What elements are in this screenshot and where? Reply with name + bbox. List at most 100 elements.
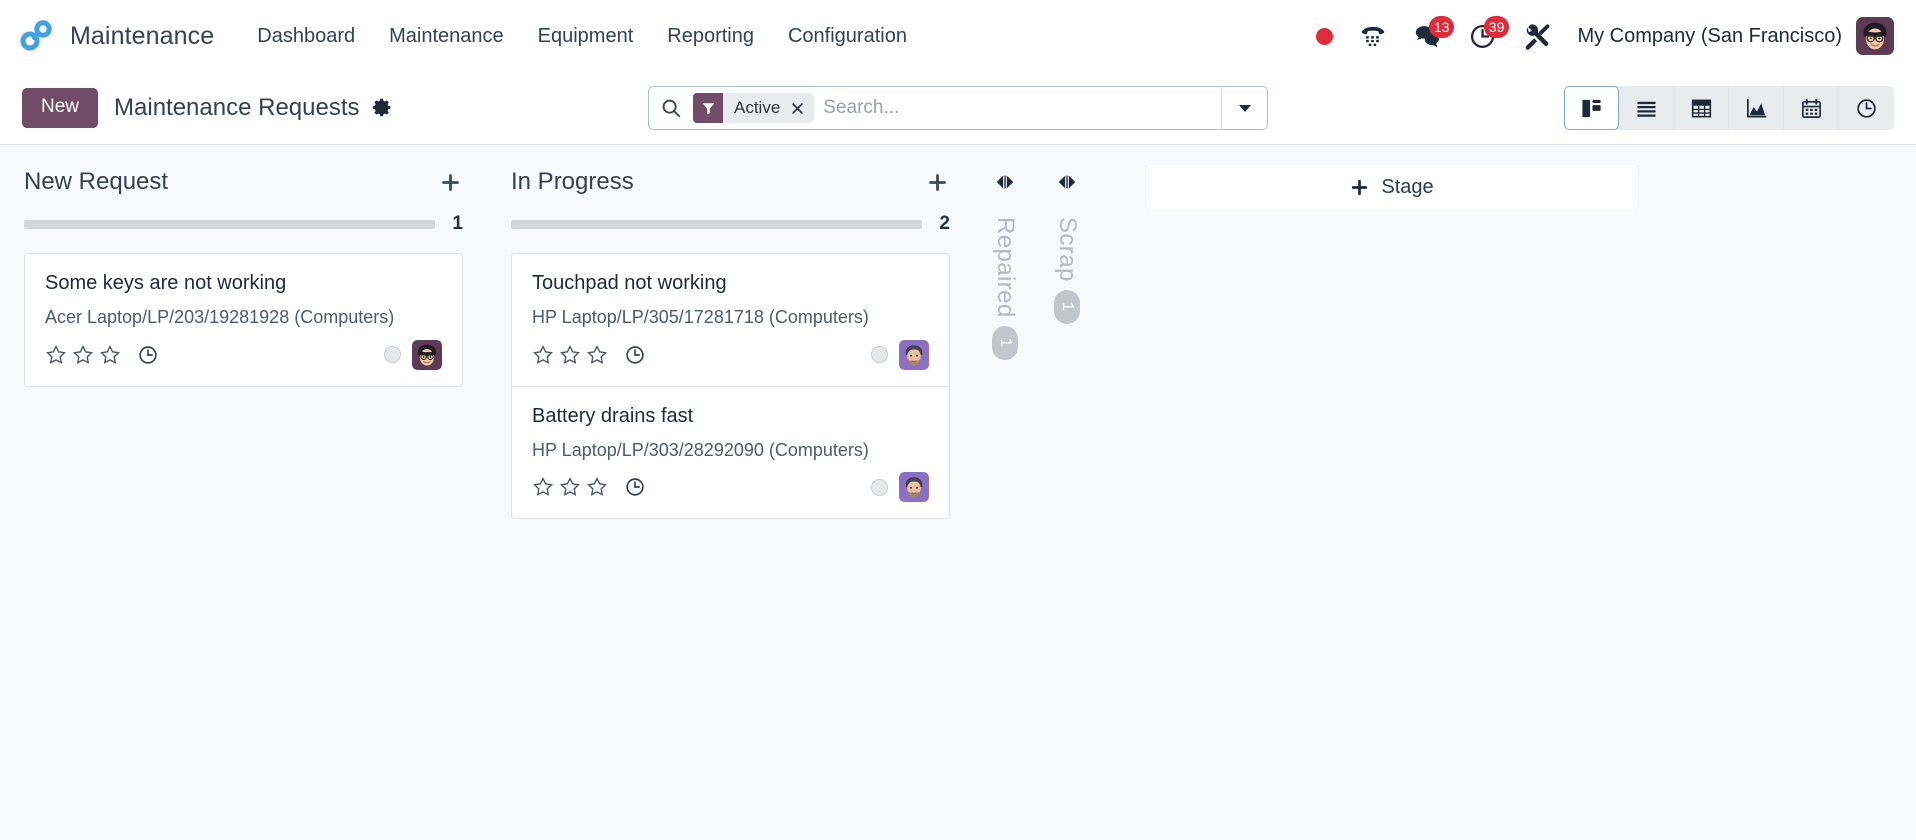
facet-active[interactable]: Active xyxy=(693,93,815,123)
card-footer-left xyxy=(532,476,646,498)
kanban-card[interactable]: Battery drains fast HP Laptop/LP/303/282… xyxy=(512,386,949,518)
column-count: 1 xyxy=(992,325,1018,360)
kanban-column-new-request: New Request 1 Some keys are not working … xyxy=(0,165,487,387)
expand-horizontal-icon[interactable] xyxy=(1056,167,1078,197)
add-record-button[interactable] xyxy=(437,169,463,195)
kanban-card[interactable]: Touchpad not working HP Laptop/LP/305/17… xyxy=(512,254,949,387)
star-icon[interactable] xyxy=(559,476,581,498)
plus-icon xyxy=(441,173,459,191)
star-icon[interactable] xyxy=(532,344,554,366)
view-list[interactable] xyxy=(1619,86,1674,130)
new-button[interactable]: New xyxy=(22,87,99,129)
voip-button[interactable] xyxy=(1346,12,1400,60)
record-dot-icon xyxy=(1316,27,1334,45)
star-icon[interactable] xyxy=(72,344,94,366)
main-menu: Dashboard Maintenance Equipment Reportin… xyxy=(240,17,924,56)
filter-funnel-icon xyxy=(693,93,723,123)
card-title: Touchpad not working xyxy=(532,272,727,294)
view-kanban[interactable] xyxy=(1564,86,1619,130)
menu-configuration[interactable]: Configuration xyxy=(771,17,924,56)
card-footer xyxy=(532,472,929,502)
menu-maintenance[interactable]: Maintenance xyxy=(372,17,521,56)
kanban-activity-dot[interactable] xyxy=(384,346,401,363)
top-navbar: Maintenance Dashboard Maintenance Equipm… xyxy=(0,0,1916,72)
kanban-activity-dot[interactable] xyxy=(871,346,888,363)
messages-button[interactable]: 13 xyxy=(1400,12,1455,60)
view-calendar[interactable] xyxy=(1784,86,1839,130)
column-count: 1 xyxy=(1054,289,1080,324)
card-footer-left xyxy=(532,344,646,366)
menu-reporting[interactable]: Reporting xyxy=(650,17,771,56)
company-selector[interactable]: My Company (San Francisco) xyxy=(1565,25,1856,48)
messages-count-badge: 13 xyxy=(1428,16,1455,38)
card-title: Battery drains fast xyxy=(532,404,694,427)
priority-stars xyxy=(45,344,121,366)
kanban-activity-dot[interactable] xyxy=(871,478,888,496)
plus-icon xyxy=(1350,178,1369,197)
view-activity[interactable] xyxy=(1839,86,1894,130)
column-title[interactable]: In Progress xyxy=(511,168,634,196)
column-title[interactable]: New Request xyxy=(24,168,168,196)
assignee-avatar-icon[interactable] xyxy=(412,339,442,370)
pivot-table-icon xyxy=(1691,99,1711,117)
add-stage-button[interactable]: Stage xyxy=(1146,165,1638,210)
menu-equipment[interactable]: Equipment xyxy=(521,17,651,56)
app-name: Maintenance xyxy=(70,21,215,50)
column-progress-row: 2 xyxy=(511,213,950,235)
column-cards: Touchpad not working HP Laptop/LP/305/17… xyxy=(511,253,950,519)
column-title: Repaired xyxy=(992,217,1019,318)
kanban-column-scrap[interactable]: Scrap 1 xyxy=(1036,165,1098,324)
view-graph[interactable] xyxy=(1729,86,1784,130)
activities-button[interactable]: 39 xyxy=(1455,12,1510,60)
card-footer xyxy=(532,339,929,370)
brand-block[interactable]: Maintenance xyxy=(20,19,214,53)
progress-bar[interactable] xyxy=(24,219,435,229)
activities-count-badge: 39 xyxy=(1483,16,1510,38)
card-footer-left xyxy=(45,344,159,366)
priority-stars xyxy=(532,344,608,366)
add-record-button[interactable] xyxy=(924,169,950,195)
priority-stars xyxy=(532,476,608,498)
card-footer-right xyxy=(871,472,929,502)
record-button[interactable] xyxy=(1303,12,1346,60)
user-avatar-icon[interactable] xyxy=(1856,17,1894,55)
star-icon[interactable] xyxy=(586,476,608,498)
tools-button[interactable] xyxy=(1510,12,1565,60)
gear-icon[interactable] xyxy=(372,97,393,118)
systray: 13 39 My Company (San Francisco) xyxy=(1303,12,1894,60)
search-input[interactable] xyxy=(818,87,1221,129)
menu-dashboard[interactable]: Dashboard xyxy=(240,17,372,56)
star-icon[interactable] xyxy=(45,344,67,366)
clock-icon[interactable] xyxy=(624,476,646,498)
star-icon[interactable] xyxy=(532,476,554,498)
kanban-column-repaired[interactable]: Repaired 1 xyxy=(974,165,1036,360)
kanban-column-in-progress: In Progress 2 Touchpad not working HP La… xyxy=(487,165,974,519)
kanban-view: New Request 1 Some keys are not working … xyxy=(0,145,1916,840)
card-equipment: Acer Laptop/LP/203/19281928 (Computers) xyxy=(45,307,395,327)
column-count: 1 xyxy=(452,213,463,234)
card-footer-right xyxy=(384,339,442,370)
assignee-avatar-icon[interactable] xyxy=(899,472,929,502)
kanban-card[interactable]: Some keys are not working Acer Laptop/LP… xyxy=(25,254,462,386)
odoo-chain-logo-icon[interactable] xyxy=(20,19,54,53)
area-chart-icon xyxy=(1746,98,1766,118)
view-switcher xyxy=(1564,86,1894,130)
control-panel: New Maintenance Requests Active Search..… xyxy=(0,72,1916,145)
search-box[interactable]: Active xyxy=(648,86,1268,130)
clock-icon[interactable] xyxy=(624,344,646,366)
facet-label-wrap: Active xyxy=(723,93,815,123)
column-title: Scrap xyxy=(1054,217,1081,282)
card-footer-right xyxy=(871,339,929,370)
search-dropdown-toggle[interactable] xyxy=(1221,87,1267,129)
close-x-icon[interactable] xyxy=(791,102,804,115)
progress-bar[interactable] xyxy=(511,219,922,229)
assignee-avatar-icon[interactable] xyxy=(899,339,929,370)
clock-icon[interactable] xyxy=(137,344,159,366)
view-pivot[interactable] xyxy=(1674,86,1729,130)
add-stage-label: Stage xyxy=(1381,176,1434,198)
star-icon[interactable] xyxy=(586,344,608,366)
expand-horizontal-icon[interactable] xyxy=(994,167,1016,197)
star-icon[interactable] xyxy=(99,344,121,366)
star-icon[interactable] xyxy=(559,344,581,366)
column-count: 2 xyxy=(939,213,950,234)
